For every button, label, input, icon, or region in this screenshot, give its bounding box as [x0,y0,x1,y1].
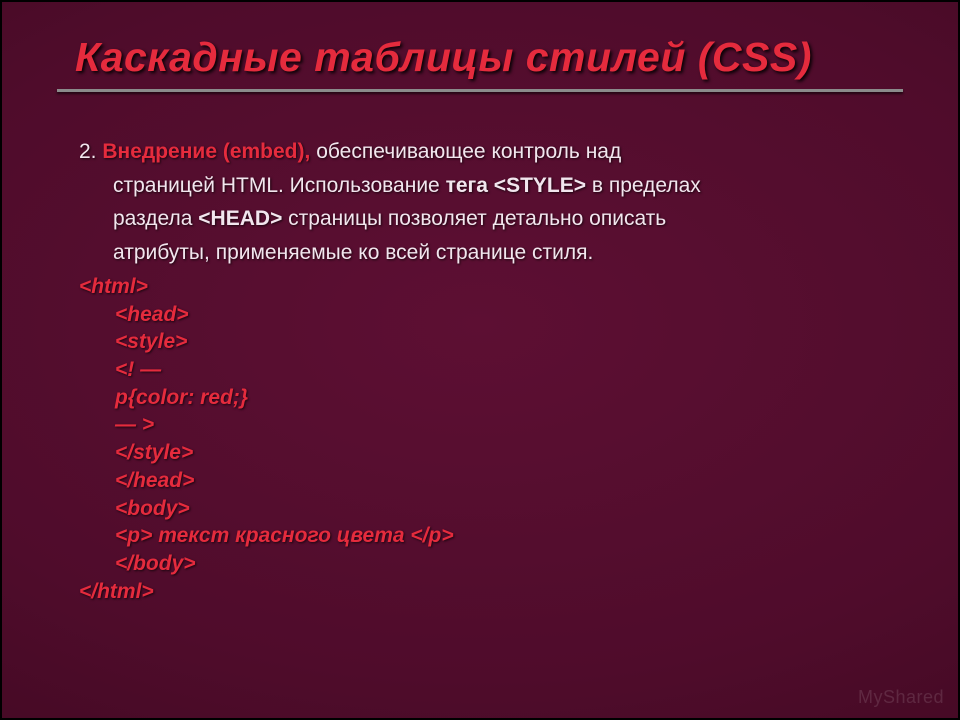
text-frag: страницы позволяет детально описать [282,207,666,230]
paragraph-line-1: 2. Внедрение (embed), обеспечивающее кон… [79,138,903,166]
text-frag: обеспечивающее контроль над [316,140,621,163]
code-style-open: <style> [79,328,903,356]
tag-head: <HEAD> [198,207,282,230]
code-body-close: </body> [79,550,903,578]
paragraph-line-3: раздела <HEAD> страницы позволяет деталь… [79,205,903,233]
slide-body: 2. Внедрение (embed), обеспечивающее кон… [57,138,903,606]
code-html-close: </html> [79,578,903,606]
tag-style: тега <STYLE> [446,174,586,197]
paragraph-line-2: страницей HTML. Использование тега <STYL… [79,172,903,200]
code-style-close: </style> [79,439,903,467]
watermark: MyShared [858,687,944,708]
code-comment-open: <! — [79,356,903,384]
code-rule: p{color: red;} [79,384,903,412]
text-frag: в пределах [586,174,701,197]
list-number: 2. [79,140,102,163]
code-p-text: текст красного цвета [158,524,404,547]
code-p-line: <p> текст красного цвета </p> [79,522,903,550]
text-frag: страницей HTML. Использование [113,174,446,197]
text-frag: раздела [113,207,198,230]
title-underline [57,89,903,92]
code-body-open: <body> [79,495,903,523]
slide: Каскадные таблицы стилей (CSS) 2. Внедре… [0,0,960,720]
code-comment-close: — > [79,411,903,439]
lead-phrase: Внедрение (embed), [102,140,316,163]
code-p-open: <p> [115,524,158,547]
paragraph-line-4: атрибуты, применяемые ко всей странице с… [79,239,903,267]
code-head-open: <head> [79,301,903,329]
code-html-open: <html> [79,273,903,301]
code-head-close: </head> [79,467,903,495]
code-p-close: </p> [405,524,454,547]
slide-title: Каскадные таблицы стилей (CSS) [57,34,903,81]
